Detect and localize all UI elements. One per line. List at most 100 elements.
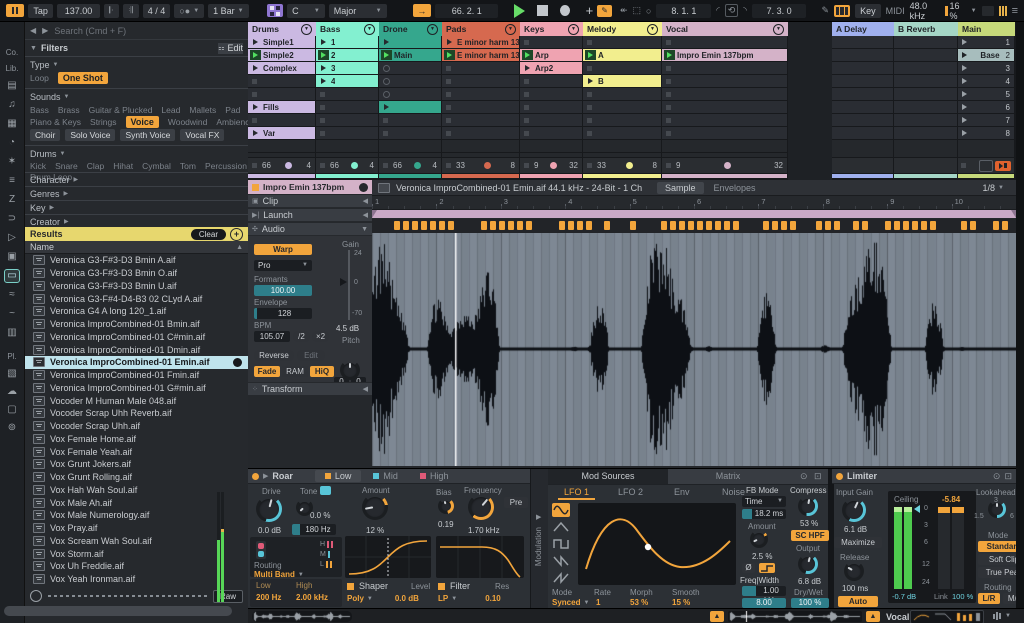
return-slot[interactable] — [832, 127, 893, 139]
audio-section-header[interactable]: ✣Audio▼ — [248, 223, 372, 236]
clip-stop-button[interactable] — [252, 118, 257, 123]
clip-slot-empty[interactable] — [662, 75, 787, 87]
clip-slot-empty[interactable] — [442, 75, 519, 87]
warp-marker[interactable] — [439, 221, 445, 230]
clip-slot-empty[interactable] — [379, 62, 441, 74]
list-item[interactable]: Vocoder Scrap Uhh Reverb.aif — [25, 407, 248, 420]
filter-tag[interactable]: Loop — [30, 73, 49, 83]
warp-marker[interactable] — [706, 221, 712, 230]
transform-section-header[interactable]: ⁘Transform◀ — [248, 382, 372, 395]
track-stop-all-button[interactable] — [383, 163, 388, 168]
list-item[interactable]: Vox Storm.aif — [25, 547, 248, 560]
bias-knob[interactable] — [438, 498, 454, 514]
clip-stop-button[interactable] — [446, 66, 451, 71]
return-slot[interactable] — [832, 88, 893, 100]
warp-marker[interactable] — [816, 221, 822, 230]
list-item[interactable]: Veronica G3-F#3-D3 Bmin A.aif — [25, 254, 248, 267]
quantize-menu[interactable]: 1 Bar▼ — [208, 4, 248, 18]
mod-expand-icon[interactable]: ▶ — [536, 513, 541, 521]
warp-marker-strip[interactable] — [372, 219, 1016, 234]
clip-stop-button[interactable] — [666, 66, 671, 71]
warp-marker[interactable] — [508, 221, 514, 230]
clip-slot[interactable]: 2 — [316, 49, 378, 61]
clip-slot-empty[interactable] — [248, 114, 315, 126]
warp-marker[interactable] — [921, 221, 927, 230]
list-item[interactable]: Veronica ImproCombined-01 G#min.aif — [25, 382, 248, 395]
track-menu-icon[interactable]: ▼ — [647, 24, 658, 35]
list-item[interactable]: Vox Hah Wah Soul.aif — [25, 484, 248, 497]
clip-slot-empty[interactable] — [316, 101, 378, 113]
track-menu-icon[interactable]: ▼ — [427, 24, 438, 35]
filter-tag[interactable]: Synth Voice — [120, 129, 175, 141]
filter-curve-display[interactable] — [436, 536, 524, 578]
clip-slot-empty[interactable] — [662, 88, 787, 100]
tab-mod-sources[interactable]: Mod Sources — [548, 469, 668, 484]
warp-marker[interactable] — [781, 221, 787, 230]
return-slot[interactable] — [894, 75, 957, 87]
fb-amount-knob[interactable] — [750, 530, 768, 548]
list-item[interactable]: Vox Yeah Ironman.aif — [25, 573, 248, 586]
warp-marker[interactable] — [517, 221, 523, 230]
pitch-knob[interactable] — [340, 360, 360, 380]
clip-stop-button[interactable] — [383, 118, 388, 123]
clip-stop-button[interactable] — [587, 131, 592, 136]
filter-tag[interactable]: Vocal FX — [180, 129, 224, 141]
clip-slot[interactable]: Simple2 — [248, 49, 315, 61]
track-stop-all-button[interactable] — [446, 163, 451, 168]
clip-slot-empty[interactable] — [520, 75, 582, 87]
punch-out-icon[interactable]: ◝ — [743, 5, 747, 16]
routing-lr-button[interactable]: L/R — [978, 593, 1000, 604]
clip-stop-button[interactable] — [524, 105, 529, 110]
lfo-shape-square-icon[interactable] — [552, 537, 570, 551]
warp-marker[interactable] — [490, 221, 496, 230]
warp-marker[interactable] — [630, 221, 636, 230]
return-status-row[interactable] — [894, 158, 957, 173]
browser-nav-label[interactable]: Co. — [6, 48, 18, 57]
clip-slot-empty[interactable] — [442, 62, 519, 74]
phase-invert-button[interactable]: Ø — [742, 563, 755, 573]
bpm-value[interactable]: 105.07 — [254, 331, 290, 342]
list-item[interactable]: Vox Grunt Jokers.aif — [25, 458, 248, 471]
return-slot[interactable] — [894, 49, 957, 61]
clip-play-button[interactable] — [522, 63, 533, 73]
clip-slot[interactable]: 1 — [316, 36, 378, 48]
clip-stop-button[interactable] — [252, 79, 257, 84]
peak-value[interactable]: -0.7 dB — [892, 592, 916, 601]
clip-slot-empty[interactable] — [583, 36, 661, 48]
release-knob[interactable] — [844, 561, 864, 581]
gain-slider[interactable] — [348, 250, 350, 320]
output-value[interactable]: 6.8 dB — [798, 577, 821, 586]
clip-slot[interactable]: Main — [379, 49, 441, 61]
warp-marker[interactable] — [930, 221, 936, 230]
arrangement-position-display[interactable]: 66. 2. 1 — [435, 4, 498, 18]
clip-preview-thumbnail[interactable] — [252, 611, 352, 622]
sounds-section-title[interactable]: Sounds — [30, 92, 61, 102]
limiter-hotswap-icon[interactable]: ⊙ — [993, 471, 1001, 482]
right-edge-scrollbar[interactable] — [1016, 22, 1024, 608]
maximize-button[interactable]: Maximize — [834, 537, 882, 548]
clip-play-button[interactable] — [250, 128, 261, 138]
return-slot[interactable] — [832, 62, 893, 74]
clip-stop-button[interactable] — [446, 118, 451, 123]
browser-places-icon-3[interactable]: ⊚ — [8, 422, 16, 433]
warp-marker[interactable] — [481, 221, 487, 230]
roar-tab-low[interactable]: Low — [315, 470, 362, 482]
track-header-bass[interactable]: Bass▼ — [316, 22, 379, 36]
warp-marker[interactable] — [885, 221, 891, 230]
clip-stop-button[interactable] — [524, 40, 529, 45]
warp-marker[interactable] — [679, 221, 685, 230]
lfo-shape-saw-up-icon[interactable] — [552, 571, 570, 585]
fb-slope-button[interactable] — [759, 563, 775, 573]
track-stop-all-button[interactable] — [252, 163, 257, 168]
scene-slot-4[interactable]: 4 — [958, 75, 1014, 87]
browser-forward-icon[interactable]: ▶ — [42, 26, 48, 35]
clip-slot-empty[interactable] — [662, 62, 787, 74]
track-menu-icon[interactable]: ▼ — [364, 24, 375, 35]
browser-nav-icon-4[interactable]: ✶ — [8, 156, 16, 168]
clip-stop-button[interactable] — [320, 131, 325, 136]
warp-marker[interactable] — [577, 221, 583, 230]
pre-button[interactable]: Pre — [504, 497, 528, 508]
crossover-low-value[interactable]: 200 Hz — [256, 593, 281, 602]
edit-filters-button[interactable]: ⚏Edit — [218, 43, 243, 54]
loop-length-display[interactable]: 7. 3. 0 — [752, 4, 807, 18]
